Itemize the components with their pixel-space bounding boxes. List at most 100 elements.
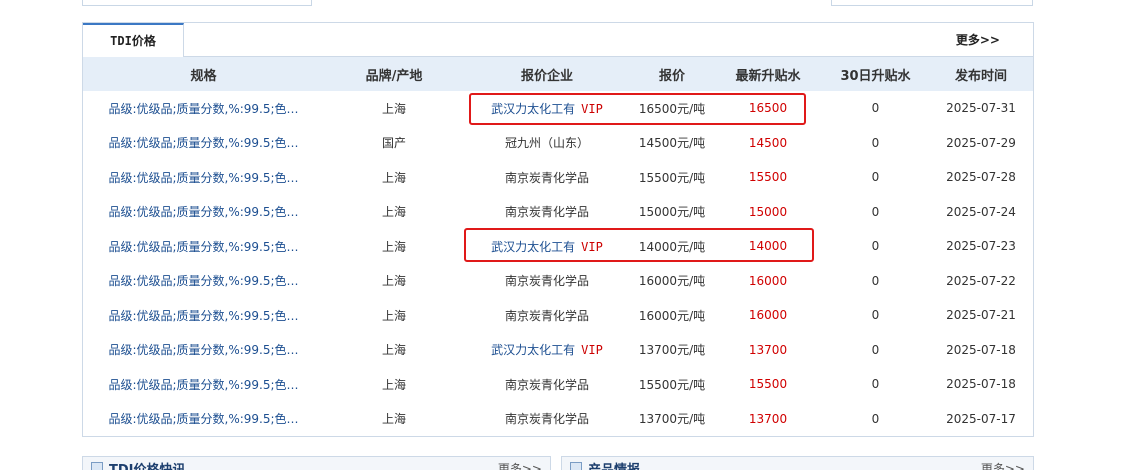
cell-date: 2025-07-18 [946,377,1016,392]
cell-premium: 15500 [748,170,788,185]
table-row[interactable]: 品级:优级品;质量分数,%:99.5;色… 国产 冠九州（山东） 14500元/吨 14… [83,126,1033,161]
cell-date: 2025-07-18 [946,342,1016,357]
more-link[interactable]: 更多>> [956,23,1000,57]
cell-date: 2025-07-22 [946,273,1016,288]
company-name[interactable]: 南京炭青化学品 [505,171,589,185]
cell-origin: 国产 [381,136,406,151]
tdi-price-panel: TDI价格 更多>> 规格 品牌/产地 报价企业 报价 最新升贴水 30日升贴水… [82,22,1034,437]
cell-premium-30d: 0 [871,101,880,116]
cell-premium-30d: 0 [871,308,880,323]
cell-premium-30d: 0 [871,342,880,357]
cell-premium: 15000 [748,204,788,219]
cell-spec[interactable]: 品级:优级品;质量分数,%:99.5;色… [83,126,324,161]
cell-price: 14500元/吨 [638,136,706,151]
cell-premium-30d: 0 [871,204,880,219]
cell-price: 15500元/吨 [638,170,706,185]
top-left-panel-edge [82,0,312,6]
cell-spec[interactable]: 品级:优级品;质量分数,%:99.5;色… [83,298,324,333]
table-row[interactable]: 品级:优级品;质量分数,%:99.5;色… 上海 南京炭青化学品 15500元/吨 15… [83,160,1033,195]
header-premium-30d: 30日升贴水 [840,68,911,84]
cell-origin: 上海 [381,239,406,254]
vip-badge: VIP [581,343,603,358]
cell-price: 14000元/吨 [638,239,706,254]
cell-company[interactable]: 南京炭青化学品 [464,195,630,230]
cell-spec[interactable]: 品级:优级品;质量分数,%:99.5;色… [83,91,324,126]
cell-price: 16500元/吨 [638,101,706,116]
cell-spec[interactable]: 品级:优级品;质量分数,%:99.5;色… [83,264,324,299]
table-row[interactable]: 品级:优级品;质量分数,%:99.5;色… 上海 南京炭青化学品 15500元/吨 15… [83,367,1033,402]
cell-price: 15500元/吨 [638,377,706,392]
product-intel-title[interactable]: 产品情报 [588,459,640,470]
company-name[interactable]: 南京炭青化学品 [505,274,589,288]
cell-company[interactable]: 武汉力太化工有 VIP [464,91,630,126]
table-row[interactable]: 品级:优级品;质量分数,%:99.5;色… 上海 南京炭青化学品 15000元/吨 15… [83,195,1033,230]
cell-origin: 上海 [381,205,406,220]
cell-date: 2025-07-21 [946,308,1016,323]
cell-date: 2025-07-28 [946,170,1016,185]
table-row[interactable]: 品级:优级品;质量分数,%:99.5;色… 上海 武汉力太化工有 VIP 16500元/… [83,91,1033,126]
price-table: 规格 品牌/产地 报价企业 报价 最新升贴水 30日升贴水 发布时间 品级:优级… [83,57,1033,436]
cell-date: 2025-07-17 [946,411,1016,426]
header-company: 报价企业 [520,68,573,84]
cell-date: 2025-07-23 [946,239,1016,254]
cell-spec[interactable]: 品级:优级品;质量分数,%:99.5;色… [83,333,324,368]
company-name[interactable]: 南京炭青化学品 [505,205,589,219]
header-date: 发布时间 [954,68,1007,84]
table-row[interactable]: 品级:优级品;质量分数,%:99.5;色… 上海 南京炭青化学品 13700元/吨 13… [83,402,1033,437]
cell-price: 16000元/吨 [638,274,706,289]
cell-company[interactable]: 南京炭青化学品 [464,402,630,437]
cell-origin: 上海 [381,101,406,116]
cell-origin: 上海 [381,170,406,185]
company-name[interactable]: 武汉力太化工有 [491,343,575,357]
cell-spec[interactable]: 品级:优级品;质量分数,%:99.5;色… [83,402,324,437]
cell-premium: 13700 [748,411,788,426]
vip-badge: VIP [581,101,603,116]
table-row[interactable]: 品级:优级品;质量分数,%:99.5;色… 上海 武汉力太化工有 VIP 14000元/… [83,229,1033,264]
cell-premium: 16500 [748,101,788,116]
company-name[interactable]: 武汉力太化工有 [491,102,575,116]
cell-spec[interactable]: 品级:优级品;质量分数,%:99.5;色… [83,367,324,402]
cell-company[interactable]: 武汉力太化工有 VIP [464,229,630,264]
cell-company[interactable]: 武汉力太化工有 VIP [464,333,630,368]
tdi-news-panel: TDI价格快讯 更多>> [82,456,551,470]
table-row[interactable]: 品级:优级品;质量分数,%:99.5;色… 上海 武汉力太化工有 VIP 13700元/… [83,333,1033,368]
cell-premium-30d: 0 [871,135,880,150]
top-right-panel-edge [831,0,1033,6]
tdi-news-title[interactable]: TDI价格快讯 [109,459,186,470]
cell-price: 13700元/吨 [638,412,706,427]
header-price: 报价 [658,68,685,84]
company-name[interactable]: 冠九州（山东） [505,136,589,150]
cell-premium: 16000 [748,273,788,288]
cell-price: 16000元/吨 [638,308,706,323]
tdi-news-more-link[interactable]: 更多>> [498,460,542,470]
header-origin: 品牌/产地 [365,68,423,84]
cell-spec[interactable]: 品级:优级品;质量分数,%:99.5;色… [83,160,324,195]
cell-date: 2025-07-31 [946,101,1016,116]
company-name[interactable]: 南京炭青化学品 [505,309,589,323]
table-row[interactable]: 品级:优级品;质量分数,%:99.5;色… 上海 南京炭青化学品 16000元/吨 16… [83,264,1033,299]
cell-company[interactable]: 南京炭青化学品 [464,160,630,195]
cell-company[interactable]: 冠九州（山东） [464,126,630,161]
cell-premium-30d: 0 [871,239,880,254]
vip-badge: VIP [581,239,603,254]
cell-origin: 上海 [381,343,406,358]
cell-company[interactable]: 南京炭青化学品 [464,367,630,402]
cell-origin: 上海 [381,308,406,323]
table-row[interactable]: 品级:优级品;质量分数,%:99.5;色… 上海 南京炭青化学品 16000元/吨 16… [83,298,1033,333]
product-intel-more-link[interactable]: 更多>> [981,460,1025,470]
cell-spec[interactable]: 品级:优级品;质量分数,%:99.5;色… [83,195,324,230]
cell-company[interactable]: 南京炭青化学品 [464,298,630,333]
company-name[interactable]: 南京炭青化学品 [505,378,589,392]
cell-origin: 上海 [381,377,406,392]
table-header-row: 规格 品牌/产地 报价企业 报价 最新升贴水 30日升贴水 发布时间 [83,57,1033,91]
cell-premium-30d: 0 [871,170,880,185]
cell-company[interactable]: 南京炭青化学品 [464,264,630,299]
tab-tdi-price[interactable]: TDI价格 [83,23,184,57]
header-premium: 最新升贴水 [735,68,801,84]
tab-bar: TDI价格 更多>> [83,23,1033,57]
cell-spec[interactable]: 品级:优级品;质量分数,%:99.5;色… [83,229,324,264]
company-name[interactable]: 南京炭青化学品 [505,412,589,426]
company-name[interactable]: 武汉力太化工有 [491,240,575,254]
cell-premium: 14500 [748,135,788,150]
cell-premium: 14000 [748,239,788,254]
